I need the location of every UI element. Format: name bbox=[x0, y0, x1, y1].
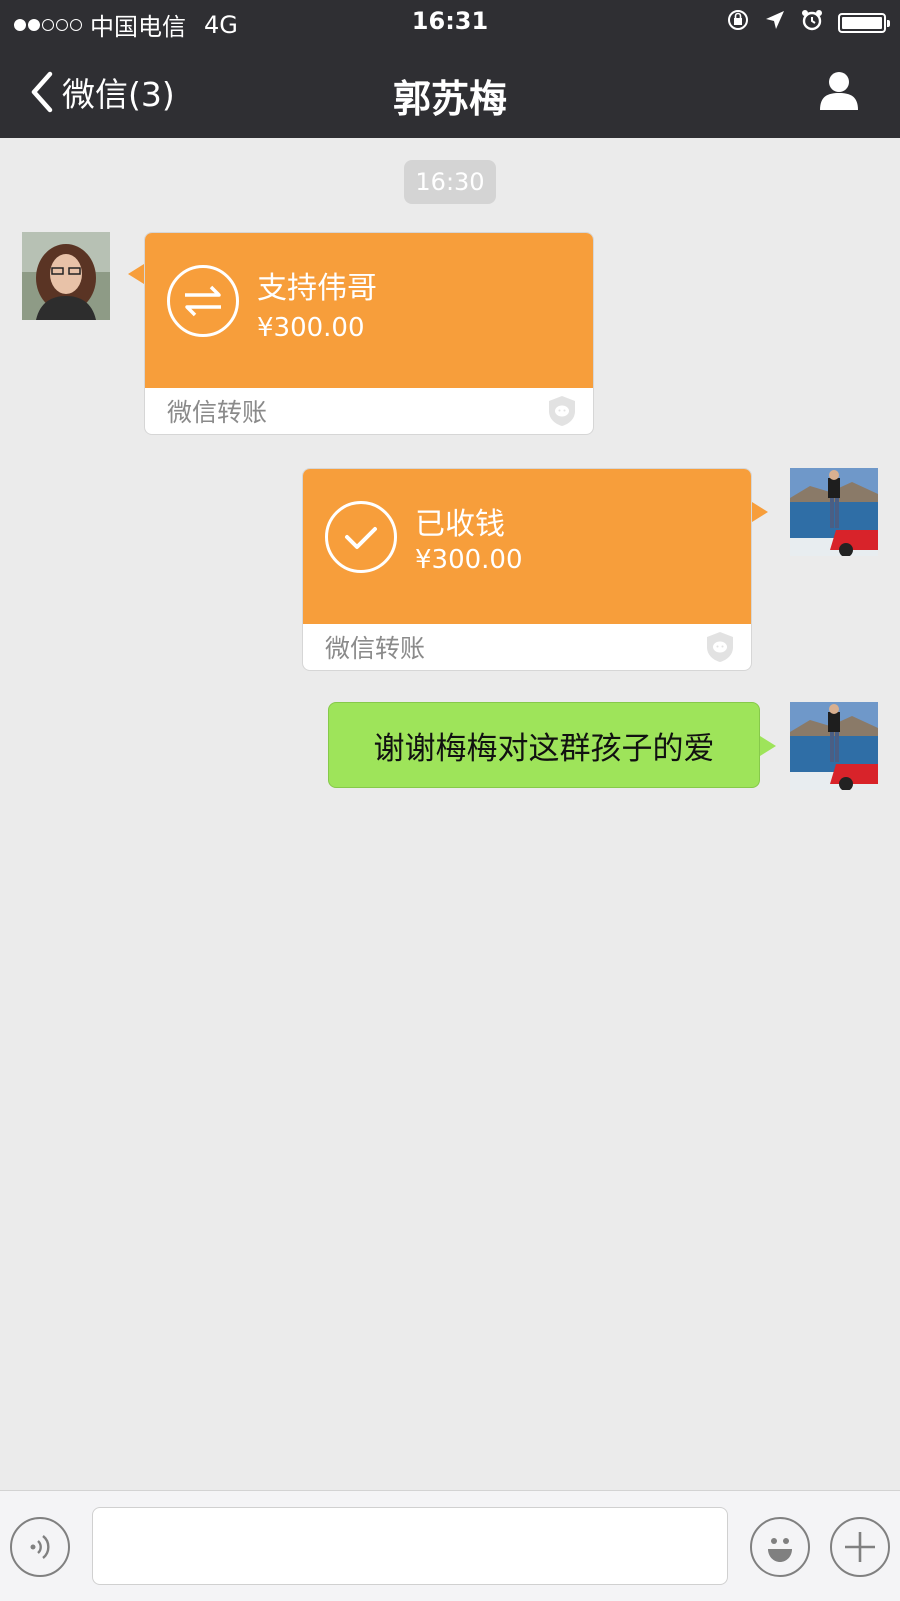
wechat-pay-shield-icon bbox=[547, 395, 577, 433]
input-bar bbox=[0, 1490, 900, 1601]
person-icon bbox=[820, 72, 858, 110]
voice-button[interactable] bbox=[10, 1517, 70, 1577]
nav-bar: 微信(3) 郭苏梅 bbox=[0, 52, 900, 132]
transfer-card-footer: 微信转账 bbox=[145, 388, 593, 434]
transfer-card-received[interactable]: 支持伟哥 ¥300.00 微信转账 bbox=[144, 232, 594, 435]
bubble-tail bbox=[128, 264, 144, 284]
location-icon bbox=[764, 9, 786, 37]
more-button[interactable] bbox=[830, 1517, 890, 1577]
transfer-card-footer: 微信转账 bbox=[303, 624, 751, 670]
transfer-footer-label: 微信转账 bbox=[325, 634, 426, 663]
plus-icon bbox=[845, 1532, 875, 1562]
checkmark-icon bbox=[325, 501, 397, 573]
transfer-card-body: 支持伟哥 ¥300.00 bbox=[145, 233, 593, 388]
transfer-amount: ¥300.00 bbox=[257, 313, 365, 343]
bubble-tail bbox=[752, 502, 768, 522]
transfer-description: 支持伟哥 bbox=[257, 271, 377, 306]
wechat-pay-shield-icon bbox=[705, 631, 735, 669]
transfer-amount: ¥300.00 bbox=[415, 545, 523, 575]
message-timestamp: 16:30 bbox=[404, 160, 496, 204]
chat-title: 郭苏梅 bbox=[392, 77, 507, 121]
text-message-bubble[interactable]: 谢谢梅梅对这群孩子的爱 bbox=[328, 702, 760, 788]
voice-icon bbox=[30, 1535, 50, 1559]
my-avatar[interactable] bbox=[790, 468, 878, 556]
alarm-icon bbox=[800, 8, 824, 38]
emoji-button[interactable] bbox=[750, 1517, 810, 1577]
transfer-card-body: 已收钱 ¥300.00 bbox=[303, 469, 751, 624]
emoji-icon bbox=[768, 1538, 792, 1562]
bubble-tail bbox=[760, 736, 776, 756]
transfer-card-sent[interactable]: 已收钱 ¥300.00 微信转账 bbox=[302, 468, 752, 671]
transfer-description: 已收钱 bbox=[415, 507, 505, 542]
status-bar: 中国电信 4G 16:31 bbox=[0, 0, 900, 44]
profile-button[interactable] bbox=[818, 70, 860, 116]
battery-icon bbox=[838, 13, 890, 33]
message-input[interactable] bbox=[92, 1507, 728, 1585]
rotation-lock-icon bbox=[726, 8, 750, 38]
transfer-footer-label: 微信转账 bbox=[167, 398, 268, 427]
my-avatar[interactable] bbox=[790, 702, 878, 790]
transfer-arrows-icon bbox=[167, 265, 239, 337]
header: 中国电信 4G 16:31 微信(3) 郭苏梅 bbox=[0, 0, 900, 138]
contact-avatar[interactable] bbox=[22, 232, 110, 320]
